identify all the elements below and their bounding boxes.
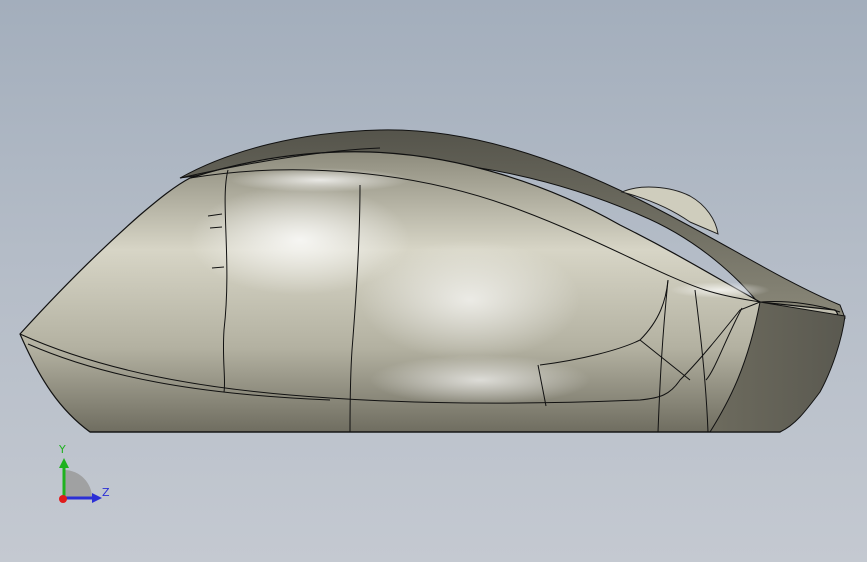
graphics-viewport[interactable]: Y Z — [0, 0, 867, 562]
triad-quarter-disc — [64, 470, 92, 498]
orientation-triad — [59, 458, 102, 503]
y-axis-label: Y — [59, 443, 66, 456]
z-axis-label: Z — [102, 486, 110, 499]
x-axis-dot — [59, 495, 67, 503]
y-axis-arrowhead — [59, 458, 69, 468]
z-axis-arrowhead — [92, 493, 102, 503]
